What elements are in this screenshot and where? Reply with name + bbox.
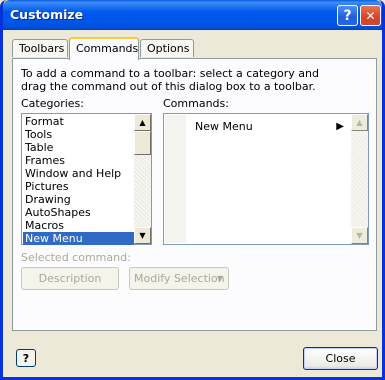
window-title: Customize xyxy=(10,7,84,22)
commands-scrollbar[interactable]: ▲ ▼ xyxy=(351,114,368,244)
category-item[interactable]: Format xyxy=(23,115,134,128)
category-item[interactable]: Table xyxy=(23,141,134,154)
title-help-button[interactable]: ? xyxy=(337,5,358,26)
tab-commands[interactable]: Commands xyxy=(69,37,139,60)
close-icon: ✕ xyxy=(365,8,376,23)
scroll-up-button[interactable]: ▲ xyxy=(134,114,151,131)
tab-options-label: Options xyxy=(147,42,190,55)
category-item[interactable]: Window and Help xyxy=(23,167,134,180)
customize-dialog: Customize ? ✕ Toolbars Commands Options … xyxy=(0,0,385,380)
tab-strip: Toolbars Commands Options xyxy=(12,37,377,60)
close-button[interactable]: Close xyxy=(303,347,378,370)
scroll-down-button[interactable]: ▼ xyxy=(134,227,151,244)
help-button[interactable]: ? xyxy=(16,349,36,367)
categories-items: Format Tools Table Frames Window and Help Pic… xyxy=(23,115,134,245)
modify-selection-button[interactable]: Modify Selection ▼ xyxy=(129,267,229,290)
scroll-down-icon: ▼ xyxy=(356,231,363,240)
scroll-down-icon: ▼ xyxy=(139,231,146,240)
help-icon: ? xyxy=(343,7,352,24)
commands-scroll-down-button[interactable]: ▼ xyxy=(351,227,368,244)
instruction-text: To add a command to a toolbar: select a … xyxy=(21,67,319,93)
description-button-label: Description xyxy=(38,272,102,285)
submenu-arrow-icon: ▶ xyxy=(336,121,344,132)
commands-scroll-up-button[interactable]: ▲ xyxy=(351,114,368,131)
categories-label: Categories: xyxy=(21,97,84,110)
close-button-label: Close xyxy=(325,352,356,365)
categories-scrollbar[interactable]: ▲ ▼ xyxy=(134,114,151,244)
commands-list[interactable]: New Menu ▶ ▲ ▼ xyxy=(163,113,369,245)
command-item-label: New Menu xyxy=(195,120,253,133)
title-close-button[interactable]: ✕ xyxy=(360,5,381,26)
tab-commands-label: Commands xyxy=(76,42,139,55)
command-icon-column xyxy=(165,115,186,243)
scroll-up-icon: ▲ xyxy=(356,118,363,127)
tab-toolbars-label: Toolbars xyxy=(19,42,65,55)
category-item[interactable]: Drawing xyxy=(23,193,134,206)
category-item[interactable]: Tools xyxy=(23,128,134,141)
help-icon: ? xyxy=(22,351,30,365)
tab-toolbars[interactable]: Toolbars xyxy=(12,39,68,57)
category-item[interactable]: AutoShapes xyxy=(23,206,134,219)
category-item[interactable]: New Menu xyxy=(23,232,134,245)
tab-options[interactable]: Options xyxy=(140,39,194,57)
scroll-thumb[interactable] xyxy=(134,131,151,155)
modify-selection-label: Modify Selection xyxy=(134,272,225,285)
category-item[interactable]: Frames xyxy=(23,154,134,167)
category-item[interactable]: Pictures xyxy=(23,180,134,193)
scroll-up-icon: ▲ xyxy=(139,118,146,127)
commands-label: Commands: xyxy=(163,97,229,110)
title-bar[interactable]: Customize ? ✕ xyxy=(3,0,382,30)
chevron-down-icon: ▼ xyxy=(216,274,223,283)
categories-list[interactable]: Format Tools Table Frames Window and Help Pic… xyxy=(21,113,152,245)
command-item-new-menu[interactable]: New Menu ▶ xyxy=(186,118,350,136)
commands-tab-panel: To add a command to a toolbar: select a … xyxy=(12,58,377,331)
category-item[interactable]: Macros xyxy=(23,219,134,232)
description-button[interactable]: Description xyxy=(21,267,119,290)
selected-command-label: Selected command: xyxy=(21,251,131,264)
